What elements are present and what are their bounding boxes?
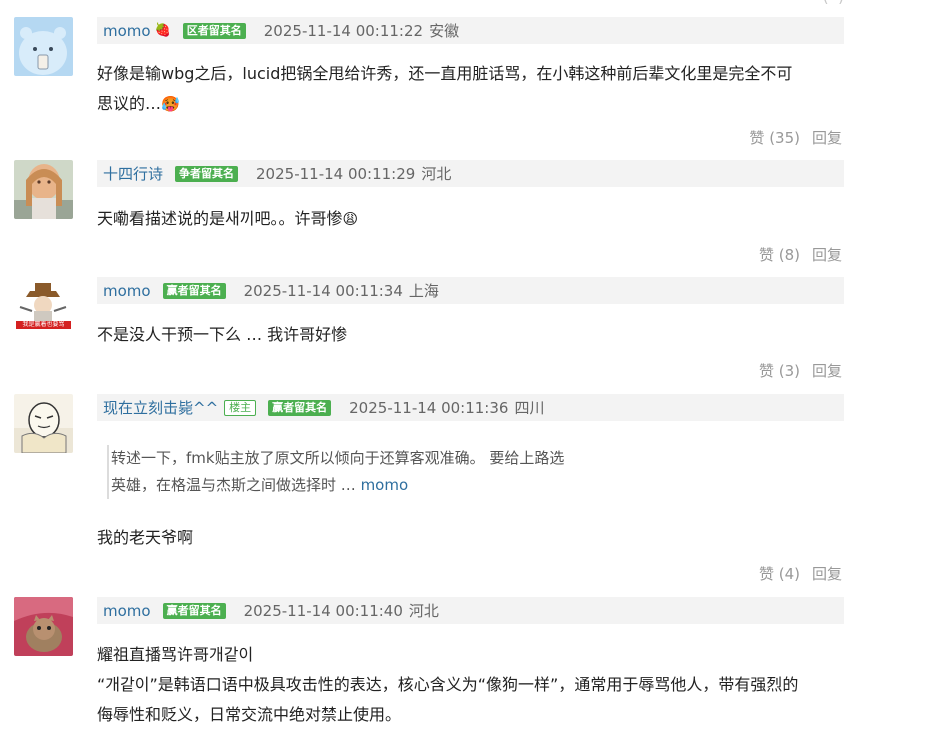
reply-button[interactable]: 回复 xyxy=(812,129,842,147)
comment-meta-bar: 现在立刻击毙^^ 楼主 赢者留其名 2025-11-14 00:11:36 四川 xyxy=(97,394,844,421)
avatar[interactable]: 我是赢着也要骂 xyxy=(14,277,73,336)
comment-content: 好像是输wbg之后，lucid把锅全甩给许秀，还一直用脏话骂，在小韩这种前后辈文… xyxy=(97,59,847,119)
quote-author-link[interactable]: momo xyxy=(361,476,409,494)
comment-text-line: 耀祖直播骂许哥개같이 xyxy=(97,645,254,664)
user-badge: 赢者留其名 xyxy=(268,399,332,416)
comment-text-line: 不是没人干预一下么 … 我许哥好惨 xyxy=(97,325,348,344)
comment-meta-bar: momo 🍓 区者留其名 2025-11-14 00:11:22 安徽 xyxy=(97,17,844,44)
avatar[interactable] xyxy=(14,160,73,219)
quote-text-line: 转述一下，fmk贴主放了原文所以倾向于还算客观准确。 要给上路选 xyxy=(111,449,565,467)
comment-actions: 赞 (3) 回复 xyxy=(700,360,842,382)
comment-meta-bar: momo 赢者留其名 2025-11-14 00:11:34 上海 xyxy=(97,277,844,304)
comment-location: 上海 xyxy=(408,282,439,300)
comment-content: 天嘞看描述说的是새끼吧。。许哥惨😩 xyxy=(97,204,847,234)
like-button[interactable]: 赞 (35) xyxy=(749,129,800,147)
comment-text-line: 好像是输wbg之后，lucid把锅全甩给许秀，还一直用脏话骂，在小韩这种前后辈文… xyxy=(97,64,793,83)
avatar[interactable] xyxy=(14,394,73,453)
comment-actions: 赞 (8) 回复 xyxy=(700,244,842,266)
comment-text-line: 我的老天爷啊 xyxy=(97,528,194,547)
avatar[interactable] xyxy=(14,17,73,76)
user-badge: 区者留其名 xyxy=(182,22,246,39)
previous-comment-actions: ·· (··) xyxy=(760,0,844,6)
hot-face-emoji-icon: 🥵 xyxy=(161,95,180,113)
quote-text-line: 英雄，在格温与杰斯之间做选择时 … xyxy=(111,476,356,494)
comment-text-line: 侮辱性和贬义，日常交流中绝对禁止使用。 xyxy=(97,705,402,724)
quoted-reply: 转述一下，fmk贴主放了原文所以倾向于还算客观准确。 要给上路选 英雄，在格温与… xyxy=(107,445,809,499)
username-link[interactable]: 十四行诗 xyxy=(103,163,163,184)
comment-timestamp: 2025-11-14 00:11:34 xyxy=(243,281,403,300)
reply-button[interactable]: 回复 xyxy=(812,362,842,380)
comment-timestamp: 2025-11-14 00:11:29 xyxy=(256,164,416,183)
avatar[interactable] xyxy=(14,597,73,656)
comment-timestamp: 2025-11-14 00:11:36 xyxy=(349,398,509,417)
strawberry-icon: 🍓 xyxy=(154,23,171,38)
like-button[interactable]: 赞 (4) xyxy=(759,565,800,583)
username-link[interactable]: momo xyxy=(103,282,151,300)
comment-location: 河北 xyxy=(421,165,452,183)
comment-location: 四川 xyxy=(514,399,545,417)
comment-actions: 赞 (35) 回复 xyxy=(700,127,842,149)
comment-timestamp: 2025-11-14 00:11:22 xyxy=(263,21,424,40)
comment-text-line: 天嘞看描述说的是새끼吧。。许哥惨 xyxy=(97,209,343,228)
user-badge: 赢者留其名 xyxy=(162,602,226,619)
comment-text-line: 思议的… xyxy=(97,94,162,113)
username-link[interactable]: momo xyxy=(103,602,151,620)
user-badge: 赢者留其名 xyxy=(162,282,226,299)
comment-text-line: “개같이”是韩语口语中极具攻击性的表达，核心含义为“像狗一样”，通常用于辱骂他人… xyxy=(97,675,799,694)
username-link[interactable]: momo xyxy=(103,22,151,40)
weary-face-emoji-icon: 😩 xyxy=(342,210,359,228)
comment-location: 河北 xyxy=(408,602,439,620)
comment-location: 安徽 xyxy=(429,22,460,40)
comment-content: 不是没人干预一下么 … 我许哥好惨 xyxy=(97,320,847,350)
reply-button[interactable]: 回复 xyxy=(812,246,842,264)
comment-meta-bar: 十四行诗 争者留其名 2025-11-14 00:11:29 河北 xyxy=(97,160,844,187)
user-badge: 争者留其名 xyxy=(175,165,239,182)
thread-owner-badge: 楼主 xyxy=(224,399,257,416)
comment-content: 耀祖直播骂许哥개같이 “개같이”是韩语口语中极具攻击性的表达，核心含义为“像狗一… xyxy=(97,640,847,730)
username-link[interactable]: 现在立刻击毙^^ xyxy=(103,397,218,418)
comment-timestamp: 2025-11-14 00:11:40 xyxy=(243,601,403,620)
comment-meta-bar: momo 赢者留其名 2025-11-14 00:11:40 河北 xyxy=(97,597,844,624)
avatar-caption: 我是赢着也要骂 xyxy=(22,321,65,328)
comment-content: 我的老天爷啊 xyxy=(97,523,847,553)
comment-actions: 赞 (4) 回复 xyxy=(700,563,842,585)
like-button[interactable]: 赞 (3) xyxy=(759,362,800,380)
like-button[interactable]: 赞 (8) xyxy=(759,246,800,264)
reply-button[interactable]: 回复 xyxy=(812,565,842,583)
